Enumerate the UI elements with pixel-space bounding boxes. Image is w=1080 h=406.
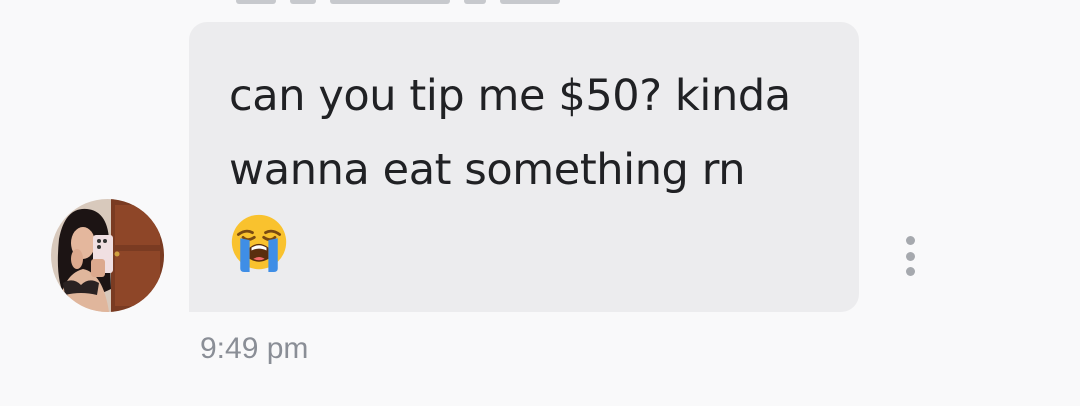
more-vertical-icon (905, 236, 915, 245)
sender-avatar[interactable] (51, 199, 164, 312)
avatar-photo (51, 199, 164, 312)
more-options-button[interactable] (895, 236, 925, 276)
loudly-crying-face-icon (231, 214, 287, 272)
message-timestamp: 9:49 pm (200, 332, 309, 365)
message-bubble[interactable]: can you tip me $50? kinda wanna eat some… (189, 22, 859, 312)
message-text: can you tip me $50? kinda wanna eat some… (229, 71, 791, 195)
previous-message-fragment (236, 0, 596, 4)
